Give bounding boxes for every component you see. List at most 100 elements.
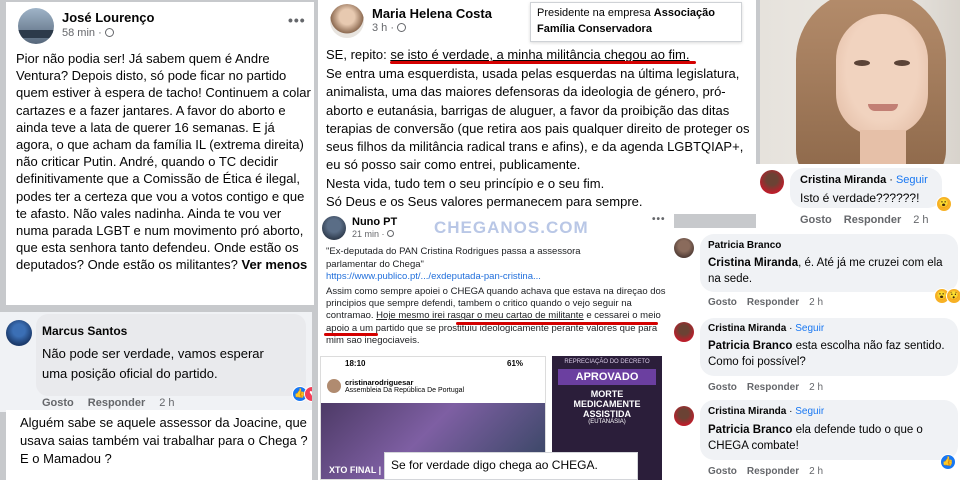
comment-anonymous: Alguém sabe se aquele assessor da Joacin… [6, 410, 312, 480]
reply-button[interactable]: Responder [747, 466, 799, 477]
role-prefix: Presidente na empresa [537, 7, 654, 19]
comment-text: Cristina Miranda, é. Até já me cruzei co… [708, 255, 948, 287]
comment-actions: Gosto Responder 2 h [708, 297, 823, 308]
comment-text: Patricia Branco esta escolha não faz sen… [708, 338, 958, 370]
commenter-name[interactable]: Marcus Santos [42, 324, 127, 338]
post-time[interactable]: 3 h · [372, 22, 407, 34]
banner-line-2: MEDICAMENTE [573, 399, 641, 409]
see-less-link[interactable]: Ver menos [242, 257, 308, 272]
article-link[interactable]: https://www.publico.pt/.../exdeputada-pa… [326, 271, 626, 282]
phone-battery: 61% [507, 359, 524, 368]
comment-marcus-santos: Marcus Santos Não pode ser verdade, vamo… [0, 312, 312, 412]
post-text: Assim como sempre apoiei o CHEGA quando … [326, 286, 666, 347]
commenter-name[interactable]: Cristina Miranda [800, 174, 886, 186]
globe-icon [387, 230, 395, 237]
mention-link[interactable]: Patricia Branco [708, 424, 792, 436]
banner-line-3: ASSISTIDA [582, 409, 631, 419]
post-text-marked: Hoje mesmo irei rasgar o meu cartao de m… [376, 310, 584, 322]
avatar[interactable] [674, 322, 694, 342]
lead-underlined-text: se isto é verdade, a minha militância ch… [390, 47, 690, 62]
avatar[interactable] [322, 216, 346, 240]
commenter-header: Cristina Miranda · Seguir [708, 323, 825, 334]
comment-text: Se for verdade digo chega ao CHEGA. [391, 458, 598, 472]
commenter-name[interactable]: Patricia Branco [708, 240, 781, 251]
phone-account-name: cristinarodriguesar [345, 378, 414, 387]
reactions[interactable]: 😮 😯 [934, 288, 960, 304]
avatar[interactable] [674, 406, 694, 426]
comment-se-for-verdade: Se for verdade digo chega ao CHEGA. [384, 452, 638, 480]
banner-line-4: (EUTANÁSIA) [588, 419, 626, 425]
avatar[interactable] [760, 170, 784, 194]
reply-button[interactable]: Responder [747, 297, 799, 308]
comment-text: Alguém sabe se aquele assessor da Joacin… [20, 415, 308, 466]
face-shape [836, 14, 928, 136]
reactions[interactable]: 👍 ♥ [292, 386, 312, 402]
post-time[interactable]: 58 min · [62, 27, 114, 39]
globe-icon [104, 28, 114, 37]
reply-button[interactable]: Responder [844, 214, 901, 226]
post-body: Pior não podia ser! Já sabem quem é Andr… [16, 50, 312, 274]
avatar[interactable] [18, 8, 54, 44]
comment-actions: Gosto Responder 2 h [42, 397, 175, 409]
author-name[interactable]: Maria Helena Costa [372, 6, 492, 21]
comment-time[interactable]: 2 h [809, 297, 823, 308]
mention-link[interactable]: Patricia Branco [708, 340, 792, 352]
profile-photo [760, 0, 960, 170]
author-role-tooltip: Presidente na empresa Associação Família… [530, 2, 742, 42]
eye-right [894, 60, 910, 66]
comment-time[interactable]: 2 h [159, 397, 174, 409]
reactions[interactable]: 👍 [940, 454, 956, 470]
comment-text: Não pode ser verdade, vamos esperar uma … [42, 346, 264, 381]
comment-time[interactable]: 2 h [809, 466, 823, 477]
reactions[interactable]: 😮 [936, 196, 952, 212]
comment-time[interactable]: 2 h [913, 214, 928, 226]
more-options-icon[interactable]: ••• [288, 12, 306, 28]
wow-reaction-icon: 😮 [936, 196, 952, 212]
like-button[interactable]: Gosto [708, 382, 737, 393]
globe-icon [397, 23, 407, 32]
author-name[interactable]: Nuno PT [352, 216, 397, 228]
mention-link[interactable]: Cristina Miranda [708, 257, 798, 269]
like-reaction-icon: 👍 [940, 454, 956, 470]
follow-button[interactable]: Seguir [795, 406, 824, 417]
red-underline-annotation [324, 333, 378, 336]
red-underline-annotation [456, 322, 658, 325]
phone-avatar [327, 379, 341, 393]
commenter-header: Cristina Miranda · Seguir [800, 174, 928, 186]
wow-reaction-icon-2: 😯 [946, 288, 960, 304]
comment-text: Isto é verdade??????! [800, 191, 920, 205]
comment-time[interactable]: 2 h [809, 382, 823, 393]
follow-button[interactable]: Seguir [896, 174, 928, 186]
post-time-text: 21 min · [352, 229, 388, 239]
eye-left [854, 60, 870, 66]
comment-actions: Gosto Responder 2 h [708, 382, 823, 393]
post-text: Se entra uma esquerdista, usada pelas es… [326, 66, 750, 210]
more-options-icon[interactable]: ••• [652, 214, 666, 225]
avatar[interactable] [674, 238, 694, 258]
like-button[interactable]: Gosto [800, 214, 832, 226]
post-nuno-pt: Nuno PT 21 min · ••• CHEGANOS.COM "Ex-de… [318, 212, 674, 480]
post-time[interactable]: 21 min · [352, 229, 395, 239]
follow-button[interactable]: Seguir [795, 323, 824, 334]
like-button[interactable]: Gosto [42, 397, 74, 409]
commenter-name[interactable]: Cristina Miranda [708, 406, 786, 417]
like-button[interactable]: Gosto [708, 466, 737, 477]
author-name[interactable]: José Lourenço [62, 10, 154, 25]
reply-button[interactable]: Responder [88, 397, 145, 409]
mouth [868, 104, 898, 111]
post-maria-helena-costa: Maria Helena Costa 3 h · Presidente na e… [318, 0, 756, 214]
like-button[interactable]: Gosto [708, 297, 737, 308]
comment-cristina-top: Cristina Miranda · Seguir Isto é verdade… [756, 164, 960, 232]
post-text: Pior não podia ser! Já sabem quem é Andr… [16, 51, 311, 273]
avatar[interactable] [330, 4, 364, 38]
avatar[interactable] [6, 320, 32, 346]
post-time-text: 3 h · [372, 22, 398, 34]
banner-line-1: MORTE [590, 389, 624, 399]
commenter-name[interactable]: Cristina Miranda [708, 323, 786, 334]
lead-text: SE, repito: [326, 47, 391, 62]
post-time-text: 58 min · [62, 27, 105, 39]
comment-actions: Gosto Responder 2 h [800, 214, 929, 226]
post-jose-lourenco: José Lourenço 58 min · ••• Pior não podi… [6, 2, 314, 305]
red-underline-annotation [390, 61, 696, 64]
reply-button[interactable]: Responder [747, 382, 799, 393]
